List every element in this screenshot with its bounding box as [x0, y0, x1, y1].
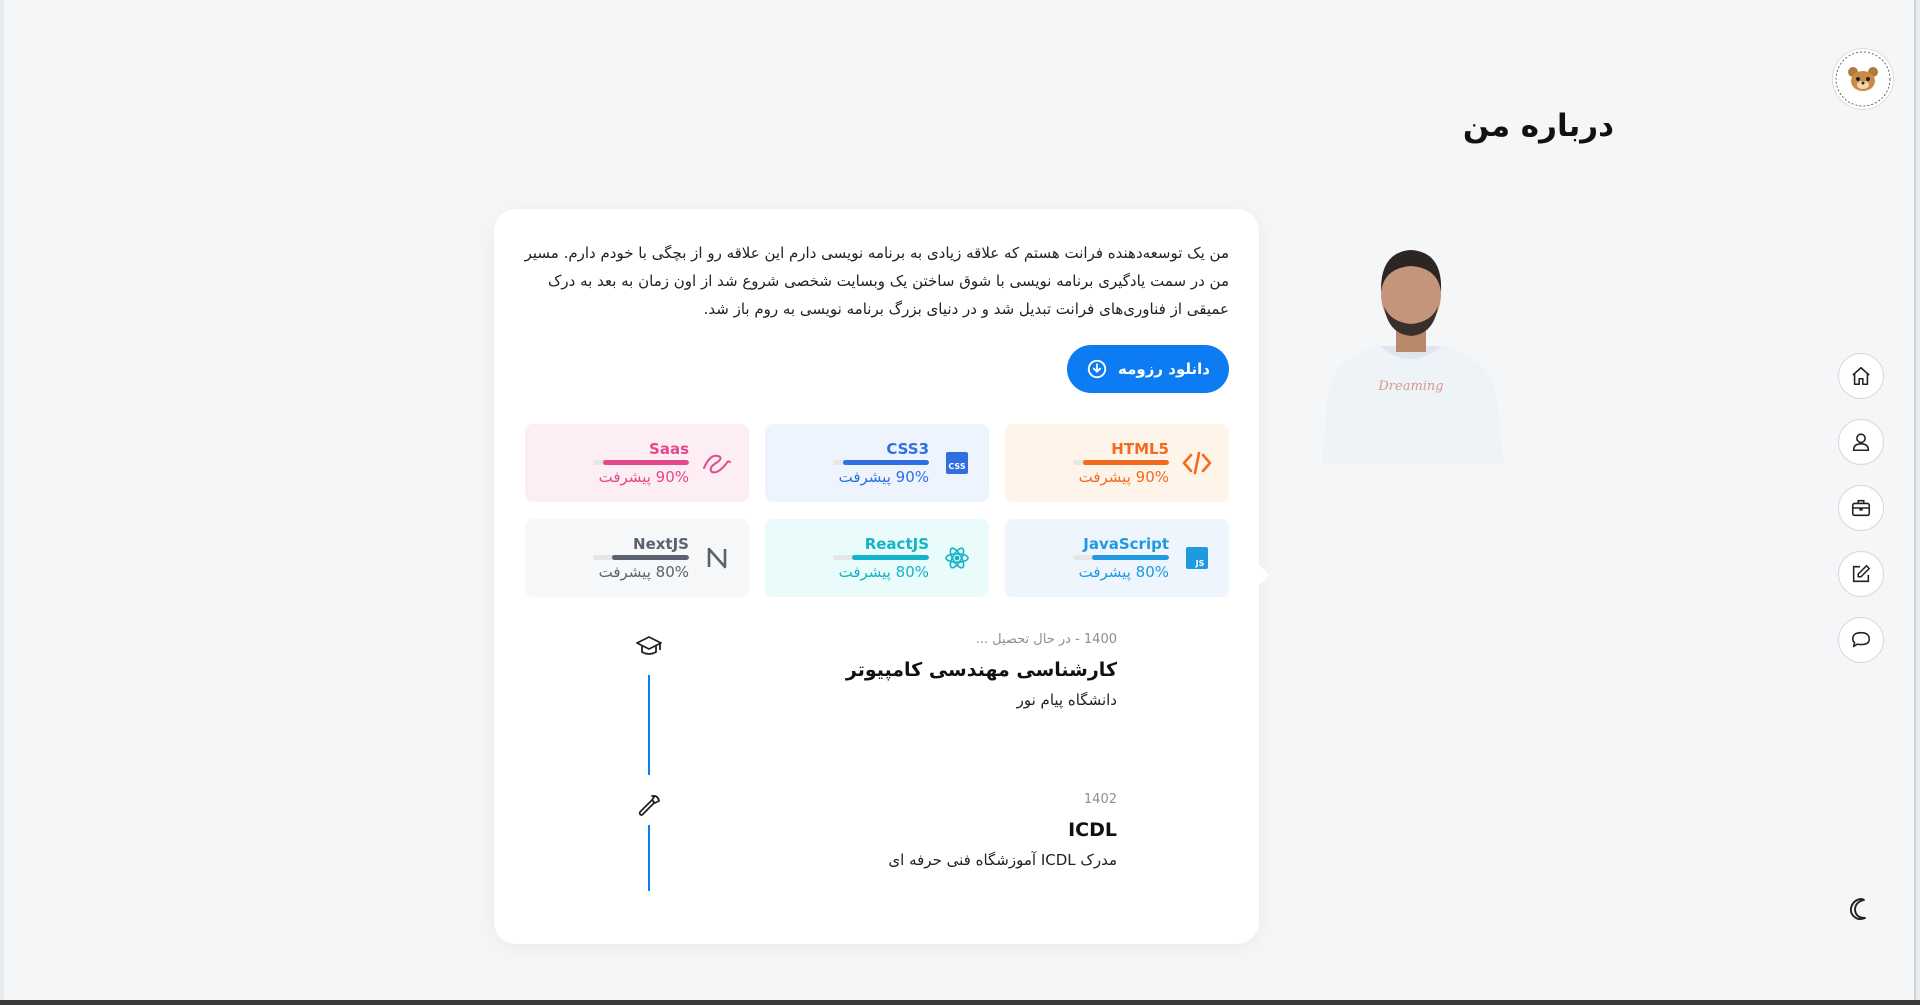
timeline-title: کارشناسی مهندسی کامپیوتر — [845, 659, 1117, 681]
timeline-place: مدرک ICDL آموزشگاه فنی حرفه ای — [888, 851, 1117, 869]
bottom-taskbar-strip — [0, 1000, 1920, 1005]
skill-progress-text: 80% پیشرفت — [838, 563, 929, 581]
timeline-line — [648, 825, 650, 891]
skill-progress-text: 90% پیشرفت — [1078, 468, 1169, 486]
svg-text:CSS: CSS — [948, 462, 965, 471]
timeline-place: دانشگاه پیام نور — [1016, 691, 1117, 709]
skill-name: Saas — [649, 440, 689, 458]
skill-progress-bar — [1073, 555, 1169, 560]
skill-progress-bar — [833, 460, 929, 465]
skill-name: NextJS — [633, 535, 689, 553]
nav-contact-button[interactable] — [1838, 617, 1884, 663]
skill-name: JavaScript — [1083, 535, 1169, 553]
css-icon: CSS — [939, 445, 975, 481]
download-resume-button[interactable]: دانلود رزومه — [1067, 345, 1229, 393]
theme-toggle-button[interactable] — [1847, 896, 1873, 922]
code-icon — [1179, 445, 1215, 481]
timeline-line — [648, 675, 650, 775]
about-paragraph: من یک توسعه‌دهنده فرانت هستم که علاقه زی… — [524, 244, 1229, 318]
skill-progress-bar — [1073, 460, 1169, 465]
skill-card-html5: HTML5 90% پیشرفت — [1005, 424, 1229, 502]
skill-card-css3: CSS CSS3 90% پیشرفت — [765, 424, 989, 502]
profile-photo: Dreaming — [1314, 222, 1508, 464]
nextjs-icon — [699, 540, 735, 576]
skill-card-nextjs: NextJS 80% پیشرفت — [525, 519, 749, 597]
about-card: من یک توسعه‌دهنده فرانت هستم که علاقه زی… — [494, 209, 1269, 944]
skill-progress-bar — [593, 460, 689, 465]
skill-name: CSS3 — [886, 440, 929, 458]
page: درباره من Dreaming من یک توسعه‌دهنده فرا… — [4, 0, 1916, 1000]
js-icon: JS — [1179, 540, 1215, 576]
skill-progress-bar — [833, 555, 929, 560]
moon-icon — [1849, 898, 1866, 921]
skill-card-reactjs: ReactJS 80% پیشرفت — [765, 519, 989, 597]
skill-card-javascript: JS JavaScript 80% پیشرفت — [1005, 519, 1229, 597]
timeline-date: 1400 - در حال تحصیل ... — [975, 632, 1117, 647]
react-icon — [939, 540, 975, 576]
side-navigation — [1838, 353, 1884, 683]
skill-card-saas: Saas 90% پیشرفت — [525, 424, 749, 502]
shirt-text: Dreaming — [1377, 379, 1443, 394]
download-resume-label: دانلود رزومه — [1118, 360, 1210, 378]
home-icon — [1852, 366, 1870, 386]
logo-badge — [1835, 51, 1891, 107]
sass-icon — [699, 445, 735, 481]
skill-progress-text: 90% پیشرفت — [598, 468, 689, 486]
skill-name: HTML5 — [1111, 440, 1169, 458]
nav-home-button[interactable] — [1838, 353, 1884, 399]
site-logo[interactable] — [1832, 48, 1894, 110]
chat-icon — [1851, 631, 1871, 648]
timeline-date: 1402 — [1083, 792, 1117, 807]
graduation-cap-icon — [634, 631, 664, 661]
briefcase-icon — [1851, 499, 1871, 517]
svg-text:JS: JS — [1195, 559, 1205, 568]
nav-portfolio-button[interactable] — [1838, 485, 1884, 531]
nav-about-button[interactable] — [1838, 419, 1884, 465]
skill-progress-text: 80% پیشرفت — [598, 563, 689, 581]
wrench-icon — [634, 791, 664, 821]
cloud-download-icon — [1087, 359, 1107, 379]
page-title: درباره من — [1462, 108, 1614, 144]
timeline-title: ICDL — [1068, 819, 1117, 841]
skill-name: ReactJS — [864, 535, 929, 553]
skill-progress-bar — [593, 555, 689, 560]
skills-grid: HTML5 90% پیشرفت CSS CSS3 90% پیشرفت Saa… — [523, 424, 1229, 597]
user-icon — [1852, 433, 1870, 452]
nav-blog-button[interactable] — [1838, 551, 1884, 597]
skill-progress-text: 80% پیشرفت — [1078, 563, 1169, 581]
skill-progress-text: 90% پیشرفت — [838, 468, 929, 486]
edit-icon — [1852, 564, 1871, 583]
